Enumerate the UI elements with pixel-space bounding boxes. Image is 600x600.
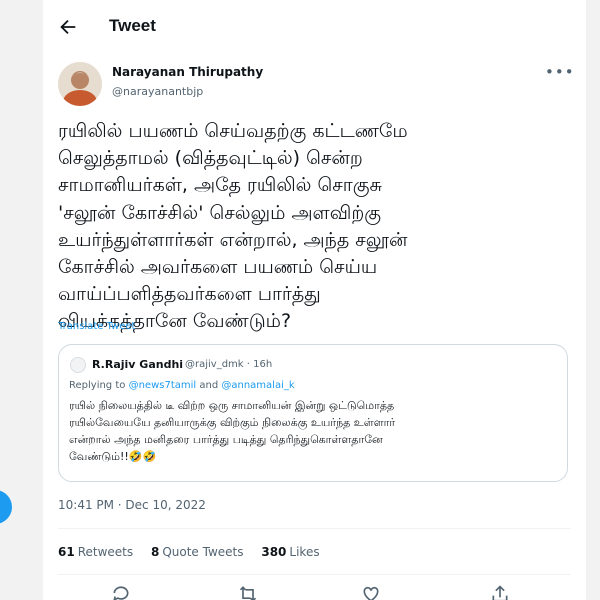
retweet-icon[interactable]: [238, 584, 258, 600]
tweet-text: ரயிலில் பயணம் செய்வதற்கு கட்டணமே செலுத்த…: [58, 120, 408, 333]
likes-label: Likes: [289, 545, 320, 559]
replying-prefix: Replying to: [69, 380, 126, 391]
author-avatar[interactable]: [58, 62, 102, 106]
mention-link[interactable]: @annamalai_k: [221, 380, 294, 391]
quoted-author-name: R.Rajiv Gandhi: [92, 358, 184, 371]
divider: [58, 574, 571, 575]
page-title: Tweet: [109, 16, 156, 35]
author-name[interactable]: Narayanan Thirupathy: [112, 65, 263, 79]
translate-tweet-link[interactable]: Translate Tweet: [58, 321, 135, 332]
retweets-count: 61: [58, 545, 75, 559]
replying-and: and: [199, 380, 219, 391]
retweets-label: Retweets: [77, 545, 134, 559]
tweet-column: Tweet Narayanan Thirupathy @narayanantbj…: [42, 0, 587, 600]
author-handle[interactable]: @narayanantbjp: [112, 85, 203, 98]
likes-stat[interactable]: 380 Likes: [261, 545, 319, 559]
quote-tweets-stat[interactable]: 8 Quote Tweets: [151, 545, 244, 559]
likes-count: 380: [261, 545, 287, 559]
tweet-stats: 61 Retweets 8 Quote Tweets 380 Likes: [58, 545, 334, 559]
retweets-stat[interactable]: 61 Retweets: [58, 545, 133, 559]
quoted-meta: @rajiv_dmk · 16h: [185, 359, 273, 370]
quote-tweets-count: 8: [150, 545, 160, 559]
back-arrow-icon[interactable]: [57, 16, 79, 38]
more-icon[interactable]: •••: [545, 63, 575, 81]
replying-to: Replying to @news7tamil and @annamalai_k: [69, 380, 295, 391]
reply-icon[interactable]: [111, 584, 131, 600]
header: Tweet: [43, 0, 586, 53]
author-photo: [58, 62, 102, 106]
quote-tweets-label: Quote Tweets: [162, 545, 244, 559]
mention-link[interactable]: @news7tamil: [129, 380, 197, 391]
quoted-text: ரயில் நிலையத்தில் டீ விற்ற ஒரு சாமானியன்…: [69, 399, 396, 463]
compose-tweet-button[interactable]: [0, 490, 12, 524]
divider: [58, 528, 571, 529]
quoted-tweet[interactable]: R.Rajiv Gandhi @rajiv_dmk · 16h Replying…: [58, 344, 568, 482]
tweet-timestamp[interactable]: 10:41 PM · Dec 10, 2022: [58, 498, 206, 512]
like-icon[interactable]: [361, 584, 381, 600]
share-icon[interactable]: [490, 584, 510, 600]
quoted-author-avatar: [70, 357, 86, 373]
